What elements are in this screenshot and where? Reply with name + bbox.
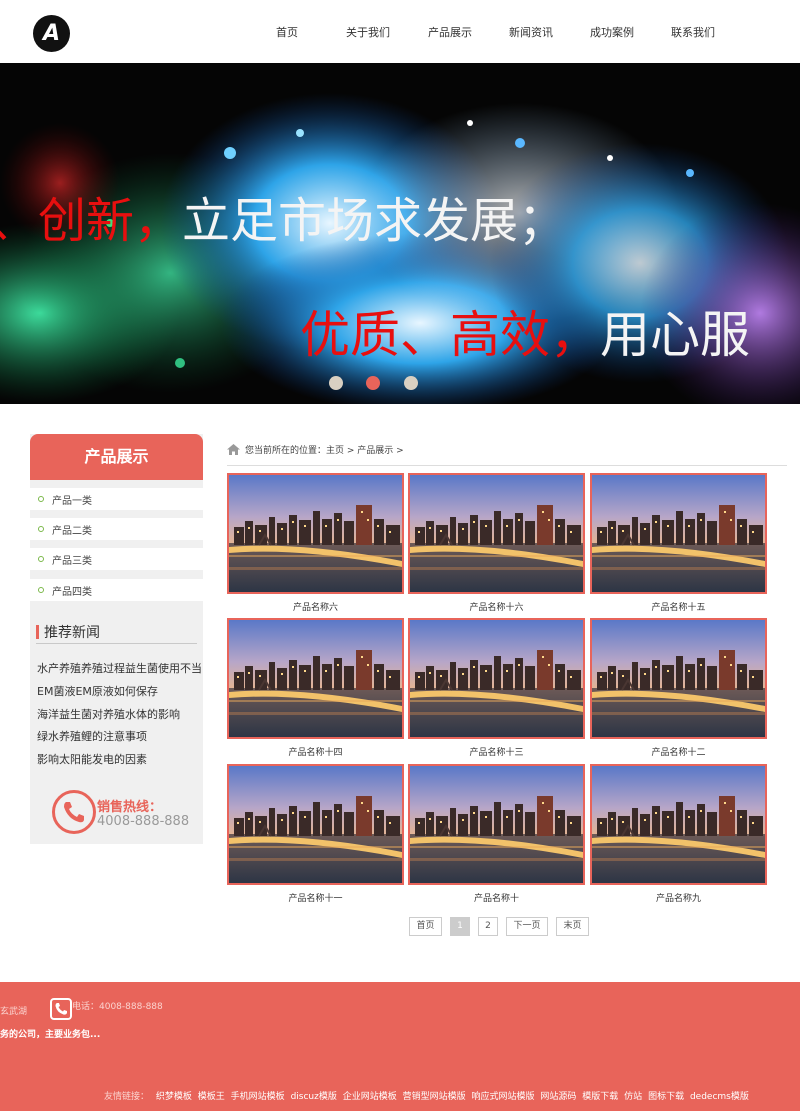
nav-item-products[interactable]: 产品展示: [428, 24, 472, 40]
product-name[interactable]: 产品名称十: [408, 891, 585, 904]
friend-links: 友情链接： 织梦模板 模板王 手机网站模板 discuz模版 企业网站模板 营销…: [104, 1089, 752, 1102]
friend-link[interactable]: 织梦模板: [156, 1092, 192, 1102]
footer-address: 玄武湖: [0, 1007, 28, 1017]
friend-link[interactable]: 企业网站模板: [343, 1092, 397, 1102]
pagination-page-2[interactable]: 2: [478, 917, 498, 936]
friend-link[interactable]: 图标下载: [648, 1092, 684, 1102]
friend-links-label: 友情链接：: [104, 1092, 150, 1102]
news-item-3[interactable]: 海洋益生菌对养殖水体的影响: [37, 706, 180, 722]
product-image[interactable]: [408, 764, 585, 885]
sidebar-title: 产品展示: [30, 434, 203, 480]
product-name[interactable]: 产品名称九: [590, 891, 767, 904]
product-image[interactable]: [227, 473, 404, 594]
site-header: A 首页 关于我们 产品展示 新闻资讯 成功案例 联系我们: [0, 0, 800, 63]
slider-dot-3[interactable]: [404, 376, 418, 390]
hero-banner[interactable]: 、创新，立足市场求发展； 优质、高效，用心服: [0, 63, 800, 404]
product-image[interactable]: [227, 618, 404, 739]
product-image[interactable]: [590, 618, 767, 739]
friend-link[interactable]: dedecms模版: [690, 1092, 749, 1102]
sidebar-category-3[interactable]: 产品三类: [30, 548, 203, 570]
sidebar-category-2[interactable]: 产品二类: [30, 518, 203, 540]
site-footer: 玄武湖 电话：4008-888-888 务的公司，主要业务包... 友情链接： …: [0, 982, 800, 1111]
product-name[interactable]: 产品名称六: [227, 600, 404, 613]
sidebar: 产品展示 产品一类 产品二类 产品三类 产品四类 推荐新闻 水产养殖养殖过程益生…: [30, 434, 203, 844]
friend-link[interactable]: 营销型网站模版: [403, 1092, 466, 1102]
sidebar-category-1[interactable]: 产品一类: [30, 488, 203, 510]
news-item-2[interactable]: EM菌液EM原液如何保存: [37, 683, 158, 699]
bullet-icon: [38, 496, 44, 502]
pagination-page-1[interactable]: 1: [450, 917, 470, 936]
friend-link[interactable]: 网站源码: [540, 1092, 576, 1102]
footer-phone: 电话：4008-888-888: [72, 1002, 163, 1012]
footer-description: 务的公司，主要业务包...: [0, 1030, 101, 1040]
breadcrumb-text[interactable]: 您当前所在的位置：主页 > 产品展示 >: [245, 443, 404, 456]
friend-link[interactable]: 模版下载: [582, 1092, 618, 1102]
product-name[interactable]: 产品名称十一: [227, 891, 404, 904]
product-image[interactable]: [227, 764, 404, 885]
nav-item-news[interactable]: 新闻资讯: [509, 24, 553, 40]
product-name[interactable]: 产品名称十五: [590, 600, 767, 613]
bullet-icon: [38, 526, 44, 532]
hotline-number: 4008-888-888: [97, 814, 190, 829]
news-item-1[interactable]: 水产养殖养殖过程益生菌使用不当: [37, 660, 202, 676]
product-image[interactable]: [590, 764, 767, 885]
product-image[interactable]: [590, 473, 767, 594]
friend-link[interactable]: 模板王: [198, 1092, 225, 1102]
breadcrumb: 您当前所在的位置：主页 > 产品展示 >: [227, 442, 787, 466]
product-name[interactable]: 产品名称十四: [227, 745, 404, 758]
nav-item-home[interactable]: 首页: [276, 24, 298, 40]
bullet-icon: [38, 587, 44, 593]
pagination-next[interactable]: 下一页: [506, 917, 548, 936]
banner-line-1: 、创新，立足市场求发展；: [0, 193, 567, 249]
slider-dot-2[interactable]: [366, 376, 380, 390]
phone-icon: [50, 998, 72, 1020]
friend-link[interactable]: 响应式网站模版: [472, 1092, 535, 1102]
logo-letter: A: [42, 21, 61, 46]
friend-link[interactable]: 手机网站模板: [231, 1092, 285, 1102]
home-icon: [227, 444, 240, 455]
product-image[interactable]: [408, 618, 585, 739]
bullet-icon: [38, 556, 44, 562]
product-image[interactable]: [408, 473, 585, 594]
nav-item-about[interactable]: 关于我们: [346, 24, 390, 40]
pagination-last[interactable]: 末页: [556, 917, 589, 936]
nav-item-contact[interactable]: 联系我们: [671, 24, 715, 40]
hotline-label: 销售热线：: [97, 800, 163, 815]
friend-link[interactable]: discuz模版: [291, 1092, 337, 1102]
pagination-first[interactable]: 首页: [409, 917, 442, 936]
friend-link[interactable]: 仿站: [624, 1092, 642, 1102]
banner-line-2: 优质、高效，用心服: [300, 306, 750, 364]
phone-icon: [52, 790, 96, 834]
nav-item-cases[interactable]: 成功案例: [590, 24, 634, 40]
product-name[interactable]: 产品名称十二: [590, 745, 767, 758]
news-item-4[interactable]: 绿水养殖鲤的注意事项: [37, 728, 147, 744]
sidebar-category-4[interactable]: 产品四类: [30, 579, 203, 601]
slider-dot-1[interactable]: [329, 376, 343, 390]
product-name[interactable]: 产品名称十六: [408, 600, 585, 613]
title-accent-bar: [36, 625, 39, 639]
product-name[interactable]: 产品名称十三: [408, 745, 585, 758]
site-logo[interactable]: A: [33, 15, 70, 52]
news-section-title: 推荐新闻: [36, 622, 197, 644]
news-item-5[interactable]: 影响太阳能发电的因素: [37, 751, 147, 767]
